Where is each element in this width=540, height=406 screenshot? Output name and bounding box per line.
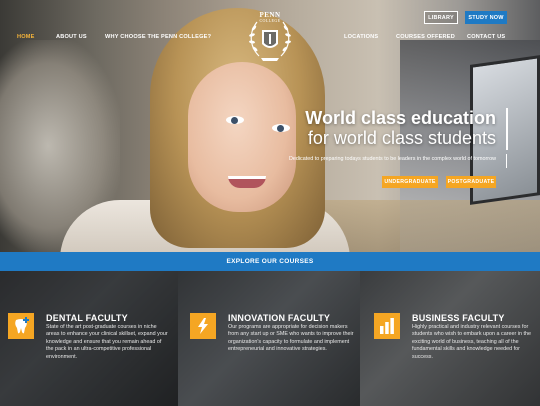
course-title: INNOVATION FACULTY <box>228 313 331 323</box>
library-button[interactable]: LIBRARY <box>424 11 458 24</box>
course-card-innovation[interactable]: INNOVATION FACULTY Our programs are appr… <box>178 271 360 406</box>
hero-student-smile <box>228 176 266 188</box>
courses-section: DENTAL FACULTY State of the art post-gra… <box>0 271 540 406</box>
course-card-dental[interactable]: DENTAL FACULTY State of the art post-gra… <box>0 271 178 406</box>
hero-student-eye-right <box>272 124 290 132</box>
explore-courses-bar[interactable]: EXPLORE OUR COURSES <box>0 252 540 277</box>
nav-item-locations[interactable]: LOCATIONS <box>344 34 378 40</box>
undergraduate-button[interactable]: UNDERGRADUATE <box>382 176 438 188</box>
tooth-plus-icon <box>8 313 34 339</box>
course-description: Our programs are appropriate for decisio… <box>228 324 354 353</box>
hero-tagline-bar <box>506 154 507 168</box>
nav-item-home[interactable]: HOME <box>17 34 35 40</box>
course-description: Highly practical and industry relevant c… <box>412 324 531 360</box>
nav-item-why-choose[interactable]: WHY CHOOSE THE PENN COLLEGE? <box>105 34 211 40</box>
lightning-bolt-icon <box>190 313 216 339</box>
hero-subline: for world class students <box>307 128 496 148</box>
logo-subtitle: COLLEGE <box>259 18 281 23</box>
explore-courses-label: EXPLORE OUR COURSES <box>226 258 314 265</box>
hero-student-face <box>188 62 296 212</box>
main-navigation: HOME ABOUT US WHY CHOOSE THE PENN COLLEG… <box>0 30 540 46</box>
course-title: BUSINESS FACULTY <box>412 313 505 323</box>
postgraduate-button[interactable]: POSTGRADUATE <box>446 176 496 188</box>
nav-item-contact-us[interactable]: CONTACT US <box>467 34 505 40</box>
study-now-button[interactable]: STUDY NOW <box>465 11 507 24</box>
course-description: State of the art post-graduate courses i… <box>46 324 168 360</box>
hero-student-eye-left <box>226 116 244 124</box>
course-title: DENTAL FACULTY <box>46 313 128 323</box>
course-card-business[interactable]: BUSINESS FACULTY Highly practical and in… <box>360 271 540 406</box>
nav-item-about-us[interactable]: ABOUT US <box>56 34 87 40</box>
hero-accent-bar <box>506 108 508 150</box>
hero-tagline: Dedicated to preparing todays students t… <box>288 156 496 162</box>
hero-headline: World class education <box>305 108 496 128</box>
bar-chart-icon <box>374 313 400 339</box>
nav-item-courses-offered[interactable]: COURSES OFFERED <box>396 34 455 40</box>
